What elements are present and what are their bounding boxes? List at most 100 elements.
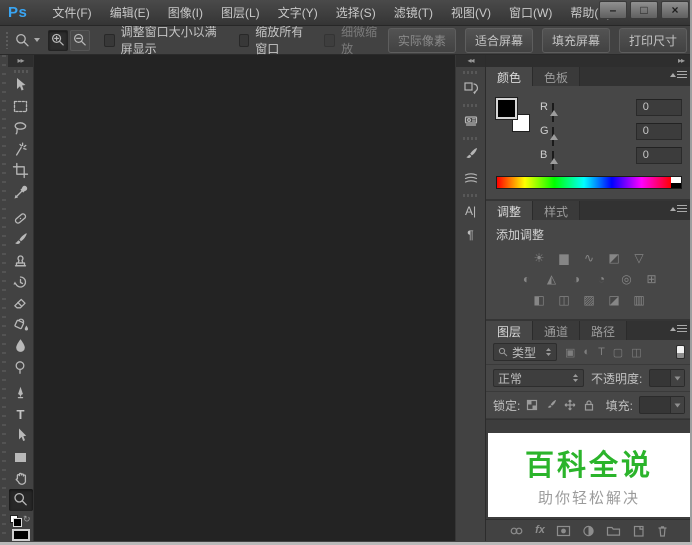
blend-mode-dropdown[interactable]: 正常 [493, 369, 584, 387]
panels-collapse-header[interactable]: ▸▸ [486, 55, 692, 67]
blur-tool[interactable] [9, 335, 33, 356]
layer-mask-icon[interactable] [556, 525, 571, 537]
tab-swatches[interactable]: 色板 [533, 67, 580, 86]
lock-transparency-icon[interactable] [526, 399, 538, 411]
foreground-color-large-swatch[interactable] [12, 529, 30, 541]
threshold-icon[interactable]: ▨ [579, 292, 599, 308]
resize-window-checkbox[interactable]: 调整窗口大小以满屏显示 [104, 23, 227, 57]
photo-filter-icon[interactable]: ◔ [592, 271, 612, 287]
actions-panel-icon[interactable] [457, 109, 485, 133]
lasso-tool[interactable] [9, 118, 33, 139]
fill-screen-button[interactable]: 填充屏幕 [542, 28, 610, 53]
slider-thumb-icon[interactable] [550, 110, 558, 116]
adjustment-layer-icon[interactable] [582, 525, 595, 537]
color-spectrum-ramp[interactable] [496, 176, 682, 189]
foreground-swatch[interactable] [496, 98, 517, 119]
dodge-tool[interactable] [9, 357, 33, 378]
link-layers-icon[interactable] [509, 525, 524, 537]
paragraph-panel-icon[interactable]: ¶ [457, 223, 485, 247]
tab-layers[interactable]: 图层 [486, 321, 533, 340]
new-layer-icon[interactable] [632, 525, 645, 537]
zoom-tool[interactable] [9, 489, 33, 510]
minimize-button[interactable]: – [599, 1, 627, 19]
switch-colors-control[interactable]: ↻ [9, 514, 33, 527]
opacity-dropdown[interactable] [649, 369, 685, 387]
spectrum-gradient[interactable] [497, 177, 671, 188]
spectrum-bw-end[interactable] [671, 177, 681, 188]
paint-bucket-tool[interactable] [9, 314, 33, 335]
green-value-field[interactable]: 0 [636, 123, 682, 140]
zoom-in-button[interactable] [48, 30, 68, 51]
history-brush-tool[interactable] [9, 271, 33, 292]
actual-pixels-button[interactable]: 实际像素 [388, 28, 456, 53]
tab-adjustments[interactable]: 调整 [486, 201, 533, 220]
invert-icon[interactable]: ◧ [529, 292, 549, 308]
menu-layer[interactable]: 图层(L) [212, 0, 269, 25]
maximize-button[interactable]: □ [630, 1, 658, 19]
layers-list[interactable]: 百科全说 助你轻松解决 [486, 419, 692, 519]
lock-paint-icon[interactable] [545, 399, 557, 411]
type-tool[interactable]: T [9, 404, 33, 425]
tab-channels[interactable]: 通道 [533, 321, 580, 340]
tab-paths[interactable]: 路径 [580, 321, 627, 340]
filter-toggle-switch[interactable] [676, 345, 685, 359]
green-slider[interactable] [552, 128, 635, 135]
close-button[interactable]: × [661, 1, 689, 19]
delete-layer-icon[interactable] [656, 525, 669, 537]
menu-view[interactable]: 视图(V) [442, 0, 500, 25]
foreground-color-swatch[interactable] [13, 518, 22, 527]
filter-type-dropdown[interactable]: 类型 [493, 343, 557, 361]
menu-filter[interactable]: 滤镜(T) [385, 0, 442, 25]
black-white-icon[interactable]: ◑ [567, 271, 587, 287]
smart-object-filter-icon[interactable]: ◫ [631, 346, 641, 359]
new-group-icon[interactable] [606, 525, 621, 537]
adjustment-layer-filter-icon[interactable]: ◐ [583, 346, 590, 358]
lock-position-icon[interactable] [564, 399, 576, 411]
brush-settings-panel-icon[interactable] [457, 142, 485, 166]
menu-edit[interactable]: 编辑(E) [101, 0, 159, 25]
brush-presets-panel-icon[interactable] [457, 166, 485, 190]
curves-icon[interactable]: ∿ [579, 250, 599, 266]
switch-colors-icon[interactable]: ↻ [23, 515, 31, 524]
levels-icon[interactable]: ▆ [554, 250, 574, 266]
rectangle-tool[interactable] [9, 447, 33, 468]
brush-tool[interactable] [9, 229, 33, 250]
hand-tool[interactable] [9, 468, 33, 489]
rectangular-marquee-tool[interactable] [9, 96, 33, 117]
menu-select[interactable]: 选择(S) [327, 0, 385, 25]
character-panel-icon[interactable]: A| [457, 199, 485, 223]
magic-wand-tool[interactable] [9, 139, 33, 160]
posterize-icon[interactable]: ◫ [554, 292, 574, 308]
tab-color[interactable]: 颜色 [486, 67, 533, 86]
history-panel-icon[interactable] [457, 76, 485, 100]
vibrance-icon[interactable]: ▽ [629, 250, 649, 266]
red-value-field[interactable]: 0 [636, 99, 682, 116]
blue-slider[interactable] [552, 152, 635, 159]
selective-color-icon[interactable]: ▥ [629, 292, 649, 308]
layer-style-icon[interactable]: fx [535, 525, 545, 536]
print-size-button[interactable]: 打印尺寸 [619, 28, 687, 53]
channel-mixer-icon[interactable]: ◎ [617, 271, 637, 287]
fill-dropdown[interactable] [639, 396, 685, 414]
move-tool[interactable] [9, 75, 33, 96]
clone-stamp-tool[interactable] [9, 250, 33, 271]
brightness-contrast-icon[interactable]: ☀ [529, 250, 549, 266]
menu-window[interactable]: 窗口(W) [500, 0, 561, 25]
panel-menu-icon[interactable] [671, 205, 687, 213]
gradient-map-icon[interactable]: ◪ [604, 292, 624, 308]
slider-thumb-icon[interactable] [550, 158, 558, 164]
slider-thumb-icon[interactable] [550, 134, 558, 140]
menu-file[interactable]: 文件(F) [43, 0, 100, 25]
lock-all-icon[interactable] [583, 399, 595, 411]
menu-image[interactable]: 图像(I) [159, 0, 212, 25]
color-lookup-icon[interactable]: ⊞ [642, 271, 662, 287]
pen-tool[interactable] [9, 383, 33, 404]
dock-expand-header[interactable]: ◂◂ [456, 55, 485, 67]
spot-healing-brush-tool[interactable] [9, 208, 33, 229]
exposure-icon[interactable]: ◩ [604, 250, 624, 266]
eraser-tool[interactable] [9, 293, 33, 314]
fit-screen-button[interactable]: 适合屏幕 [465, 28, 533, 53]
tab-styles[interactable]: 样式 [533, 201, 580, 220]
eyedropper-tool[interactable] [9, 181, 33, 202]
panel-menu-icon[interactable] [671, 71, 687, 79]
